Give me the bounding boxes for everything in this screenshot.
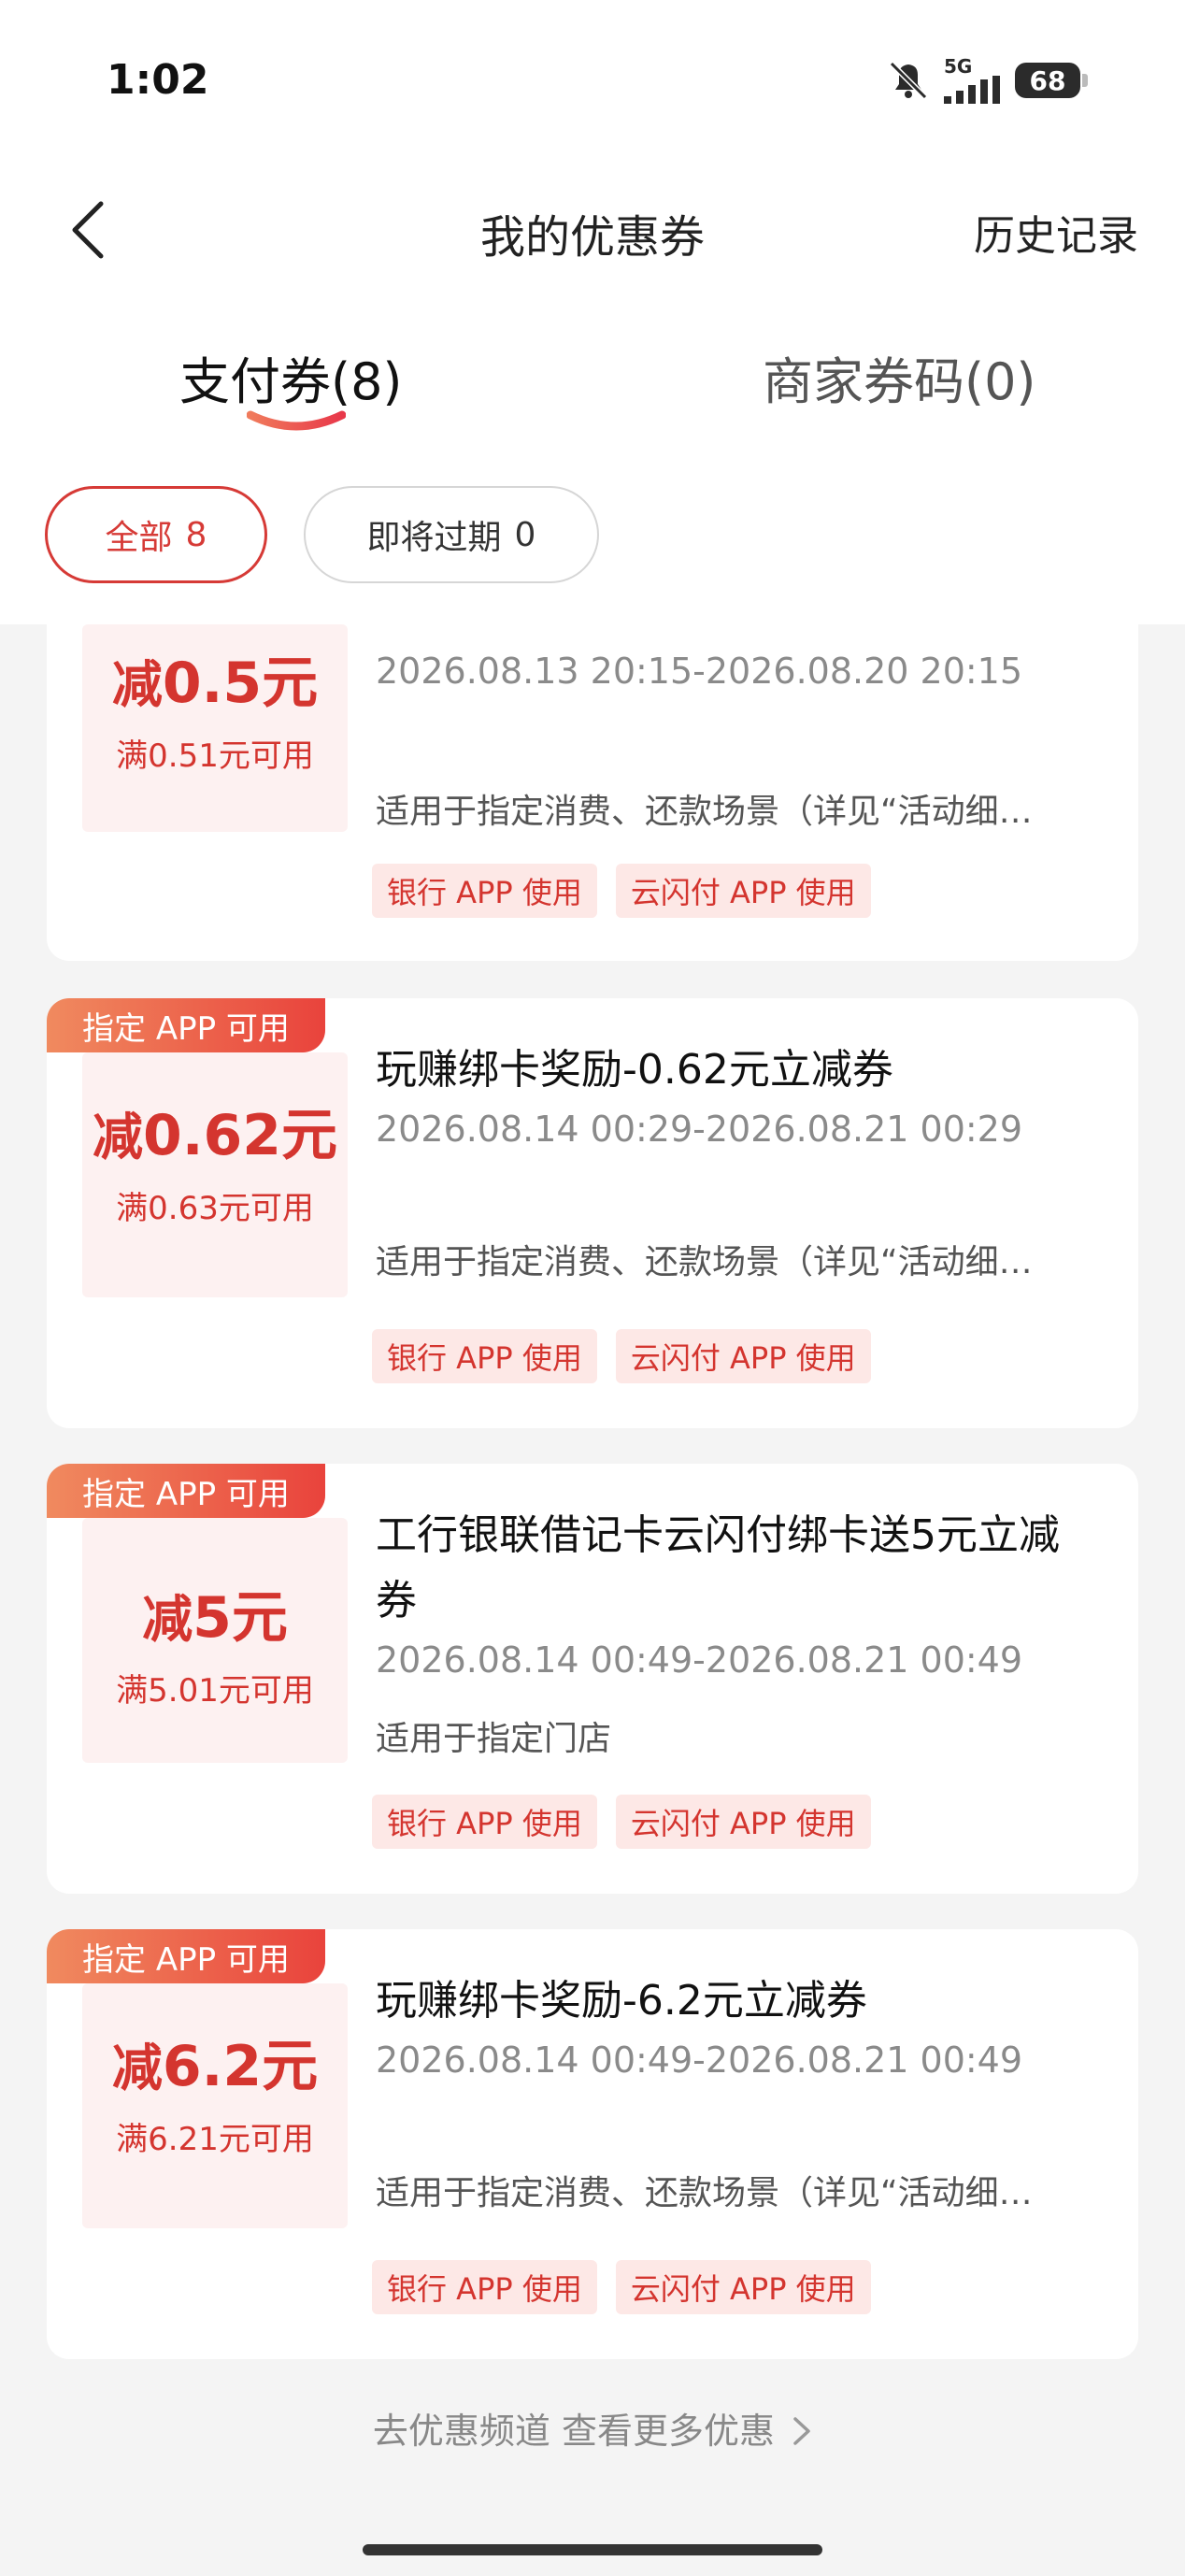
coupon-validity: 2026.08.14 00:49-2026.08.21 00:49: [376, 1639, 1023, 1681]
chevron-right-icon: [793, 2417, 810, 2445]
coupon-info: 玩赚绑卡奖励-6.2元立减券 2026.08.14 00:49-2026.08.…: [376, 1968, 1110, 2219]
tag-unionpay-app: 云闪付 APP 使用: [615, 1329, 871, 1383]
coupon-validity: 2026.08.14 00:29-2026.08.21 00:29: [376, 1109, 1023, 1150]
tag-unionpay-app: 云闪付 APP 使用: [615, 1795, 871, 1849]
coupon-card[interactable]: 减0.62元 满0.63元可用 指定 APP 可用 玩赚绑卡奖励-0.62元立减…: [47, 998, 1138, 1428]
tab-merchant-codes[interactable]: 商家券码(0): [763, 340, 1036, 414]
coupon-card[interactable]: 减5元 满5.01元可用 指定 APP 可用 工行银联借记卡云闪付绑卡送5元立减…: [47, 1464, 1138, 1894]
tag-bank-app: 银行 APP 使用: [372, 2260, 597, 2314]
coupon-title-line1: 工行银联借记卡云闪付绑卡送5元立减: [376, 1511, 1060, 1559]
battery-icon: 68: [1015, 63, 1088, 98]
coupon-tags: 银行 APP 使用 云闪付 APP 使用: [372, 1795, 871, 1849]
coupon-validity: 2026.08.13 20:15-2026.08.20 20:15: [376, 651, 1023, 692]
coupon-amount-box: 减6.2元 满6.21元可用: [82, 1983, 348, 2228]
coupon-scope: 适用于指定门店: [376, 1720, 612, 1758]
filter-expiring[interactable]: 即将过期 0: [304, 486, 599, 583]
tag-unionpay-app: 云闪付 APP 使用: [615, 2260, 871, 2314]
coupon-tags: 银行 APP 使用 云闪付 APP 使用: [372, 1329, 871, 1383]
coupon-amount-box: 减0.5元 满0.51元可用: [82, 624, 348, 832]
signal-icon: 5G: [944, 57, 1002, 104]
filter-all[interactable]: 全部 8: [45, 486, 267, 583]
filter-all-label: 全部: [105, 519, 173, 557]
coupon-info: 工行银联借记卡云闪付绑卡送5元立减 券 2026.08.14 00:49-202…: [376, 1503, 1110, 1765]
coupon-info: 玩赚绑卡奖励-0.62元立减券 2026.08.14 00:29-2026.08…: [376, 1038, 1110, 1288]
coupon-tags: 银行 APP 使用 云闪付 APP 使用: [372, 864, 871, 918]
coupon-amount: 减5元: [142, 1585, 288, 1651]
coupon-scope: 适用于指定消费、还款场景（详见“活动细…: [376, 793, 1033, 831]
coupon-title: 玩赚绑卡奖励-0.62元立减券: [376, 1046, 893, 1094]
coupon-amount: 减6.2元: [111, 2034, 319, 2099]
coupon-card[interactable]: 减0.5元 满0.51元可用 2026.08.13 20:15-2026.08.…: [47, 624, 1138, 961]
coupon-info: 2026.08.13 20:15-2026.08.20 20:15 适用于指定消…: [376, 645, 1110, 837]
battery-level: 68: [1029, 64, 1066, 96]
app-only-badge: 指定 APP 可用: [47, 1929, 325, 1983]
coupon-min-spend: 满0.63元可用: [116, 1190, 314, 1227]
status-time: 1:02: [107, 56, 209, 104]
coupon-amount-box: 减5元 满5.01元可用: [82, 1518, 348, 1763]
coupon-min-spend: 满0.51元可用: [116, 737, 314, 775]
status-icons: 5G 68: [886, 54, 1088, 107]
coupon-amount-box: 减0.62元 满0.63元可用: [82, 1052, 348, 1297]
tab-payment-coupons[interactable]: 支付券(8): [179, 340, 403, 414]
tag-unionpay-app: 云闪付 APP 使用: [615, 864, 871, 918]
more-offers-label: 去优惠频道 查看更多优惠: [372, 2411, 775, 2452]
coupon-validity: 2026.08.14 00:49-2026.08.21 00:49: [376, 2039, 1023, 2081]
coupon-scope: 适用于指定消费、还款场景（详见“活动细…: [376, 2174, 1033, 2212]
tag-bank-app: 银行 APP 使用: [372, 1329, 597, 1383]
tag-bank-app: 银行 APP 使用: [372, 864, 597, 918]
filter-expiring-label: 即将过期: [366, 519, 502, 557]
app-only-badge: 指定 APP 可用: [47, 998, 325, 1052]
coupon-min-spend: 满6.21元可用: [116, 2121, 314, 2158]
app-only-badge: 指定 APP 可用: [47, 1464, 325, 1518]
more-offers-link[interactable]: 去优惠频道 查看更多优惠: [0, 2402, 1185, 2454]
active-tab-indicator: [247, 410, 346, 431]
coupon-scope: 适用于指定消费、还款场景（详见“活动细…: [376, 1243, 1033, 1281]
coupon-title-line2: 券: [376, 1577, 417, 1624]
filter-expiring-count: 0: [514, 515, 536, 554]
coupon-tags: 银行 APP 使用 云闪付 APP 使用: [372, 2260, 871, 2314]
coupon-amount: 减0.5元: [111, 651, 319, 716]
history-link[interactable]: 历史记录: [974, 202, 1138, 262]
tag-bank-app: 银行 APP 使用: [372, 1795, 597, 1849]
coupon-min-spend: 满5.01元可用: [116, 1672, 314, 1710]
home-indicator[interactable]: [363, 2544, 822, 2555]
network-label: 5G: [944, 55, 973, 78]
coupon-card[interactable]: 减6.2元 满6.21元可用 指定 APP 可用 玩赚绑卡奖励-6.2元立减券 …: [47, 1929, 1138, 2359]
coupon-amount: 减0.62元: [92, 1103, 338, 1168]
filter-all-count: 8: [185, 515, 207, 554]
coupon-title: 玩赚绑卡奖励-6.2元立减券: [376, 1977, 867, 2025]
bell-off-icon: [889, 61, 928, 100]
